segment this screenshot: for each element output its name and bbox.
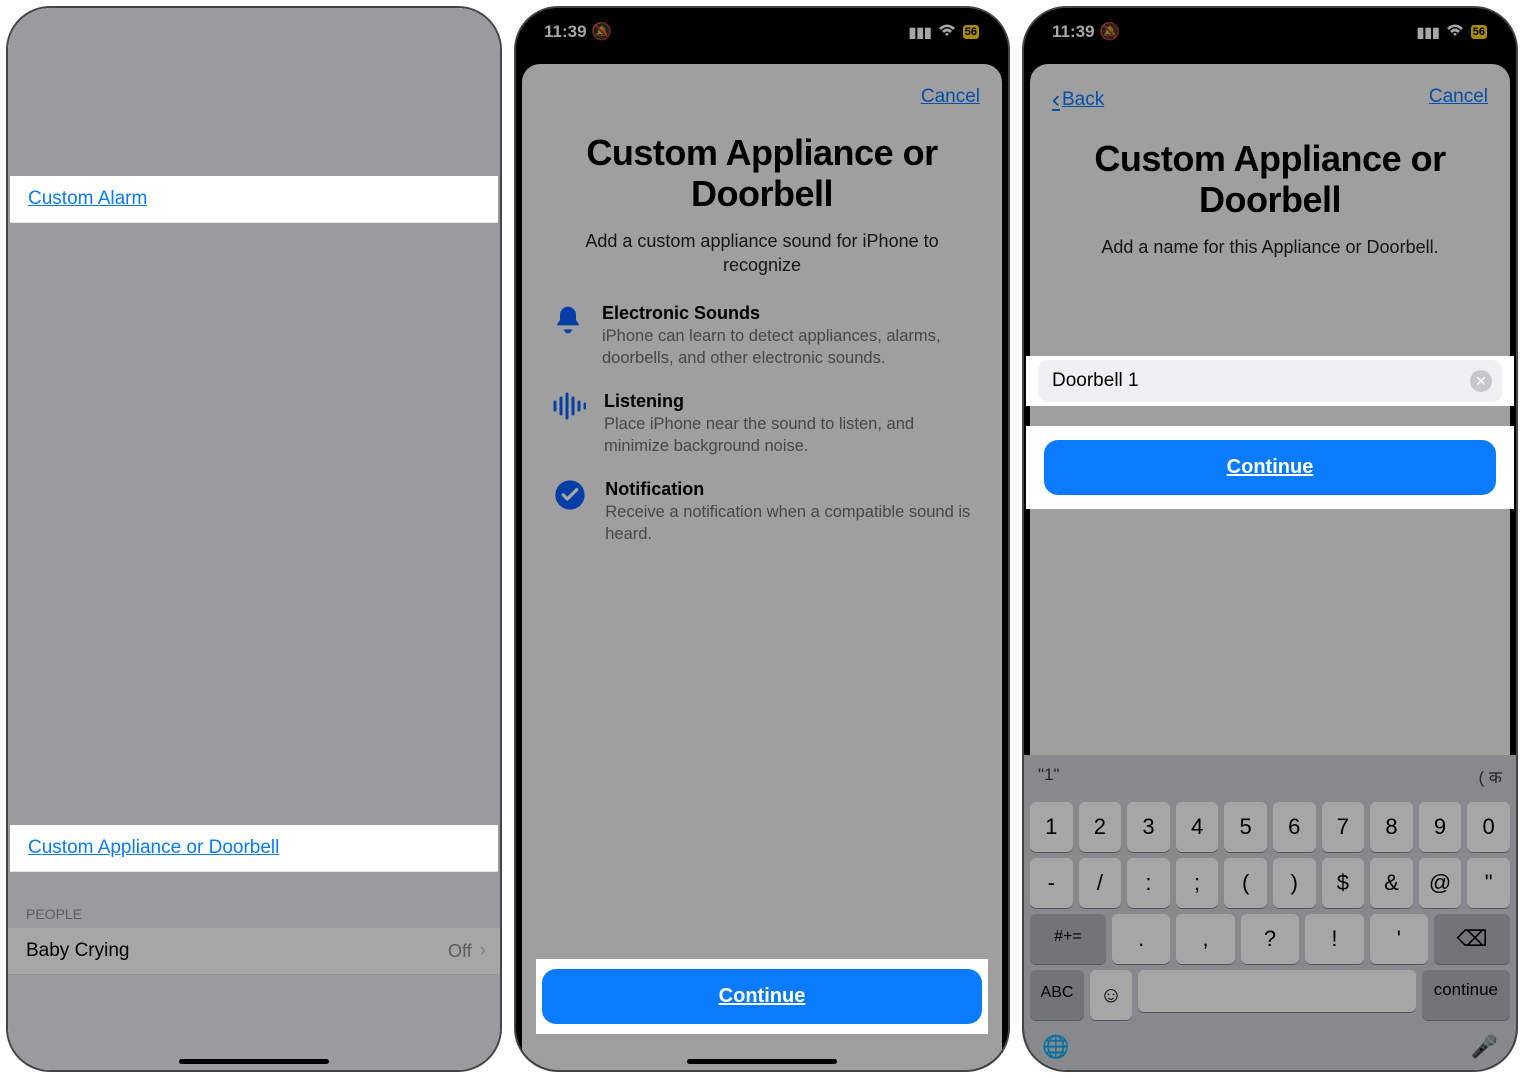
nav-bar: ‹Back Sounds Edit (8, 56, 500, 108)
key-amp[interactable]: & (1370, 858, 1413, 908)
key-3[interactable]: 3 (1127, 802, 1170, 852)
globe-icon[interactable]: 🌐 (1042, 1034, 1069, 1060)
back-button[interactable]: ‹Back (1052, 86, 1104, 114)
key-symbols[interactable]: #+= (1030, 914, 1106, 964)
key-apostrophe[interactable]: ' (1370, 914, 1428, 964)
key-slash[interactable]: / (1079, 858, 1122, 908)
feature-notification: NotificationReceive a notification when … (552, 479, 972, 545)
key-6[interactable]: 6 (1273, 802, 1316, 852)
modal-subtitle: Add a custom appliance sound for iPhone … (538, 229, 986, 278)
key-emoji[interactable]: ☺ (1090, 970, 1132, 1020)
wifi-icon (938, 24, 956, 41)
key-exclaim[interactable]: ! (1305, 914, 1363, 964)
key-space[interactable] (1138, 970, 1416, 1012)
custom-alarm-button[interactable]: Custom Alarm (10, 176, 498, 223)
silent-icon: 🔕 (83, 22, 104, 41)
key-lparen[interactable]: ( (1224, 858, 1267, 908)
silent-icon: 🔕 (591, 22, 612, 41)
cellular-icon: ▮▮▮ (401, 24, 424, 41)
continue-button[interactable]: Continue (1044, 440, 1496, 495)
key-8[interactable]: 8 (1370, 802, 1413, 852)
key-comma[interactable]: , (1176, 914, 1234, 964)
modal-title: Custom Appliance or Doorbell (1054, 138, 1486, 221)
page-title: Sounds (227, 70, 300, 93)
key-1[interactable]: 1 (1030, 802, 1073, 852)
key-at[interactable]: @ (1419, 858, 1462, 908)
checkmark-circle-icon (552, 479, 587, 545)
custom-appliance-button[interactable]: Custom Appliance or Doorbell (10, 825, 498, 872)
back-button[interactable]: ‹Back (22, 68, 74, 96)
key-4[interactable]: 4 (1176, 802, 1219, 852)
home-indicator[interactable] (179, 1059, 329, 1064)
key-2[interactable]: 2 (1079, 802, 1122, 852)
modal-title: Custom Appliance or Doorbell (546, 132, 978, 215)
continue-button[interactable]: Continue (542, 969, 982, 1024)
silent-icon: 🔕 (1099, 22, 1120, 41)
key-period[interactable]: . (1112, 914, 1170, 964)
modal-subtitle: Add a name for this Appliance or Doorbel… (1046, 235, 1494, 259)
key-5[interactable]: 5 (1224, 802, 1267, 852)
status-bar: 11:34 🔕 ▮▮▮ 57 (8, 8, 500, 56)
chevron-left-icon: ‹ (22, 68, 30, 96)
cancel-button[interactable]: Cancel (1429, 86, 1488, 114)
name-input[interactable] (1052, 370, 1470, 392)
feature-electronic: Electronic SoundsiPhone can learn to det… (552, 303, 972, 369)
key-abc[interactable]: ABC (1030, 970, 1084, 1020)
key-0[interactable]: 0 (1467, 802, 1510, 852)
wifi-icon (1446, 24, 1464, 41)
battery-icon: 56 (962, 24, 980, 40)
key-colon[interactable]: : (1127, 858, 1170, 908)
key-rparen[interactable]: ) (1273, 858, 1316, 908)
sound-row-smoke[interactable]: Smoke Off› (8, 122, 500, 169)
wifi-icon (430, 24, 448, 41)
cellular-icon: ▮▮▮ (909, 24, 932, 41)
key-backspace[interactable]: ⌫ (1434, 914, 1510, 964)
key-dash[interactable]: - (1030, 858, 1073, 908)
home-indicator[interactable] (687, 1059, 837, 1064)
cellular-icon: ▮▮▮ (1417, 24, 1440, 41)
clear-icon[interactable]: ✕ (1470, 370, 1492, 392)
suggestion-left[interactable]: "1" (1038, 765, 1060, 788)
mic-icon[interactable]: 🎤 (1471, 1034, 1498, 1060)
cancel-button[interactable]: Cancel (921, 86, 980, 108)
key-7[interactable]: 7 (1322, 802, 1365, 852)
suggestion-right[interactable]: ( क (1479, 765, 1502, 788)
status-bar: 11:39 🔕 ▮▮▮ 56 (516, 8, 1008, 56)
bell-icon (552, 303, 584, 369)
chevron-left-icon: ‹ (1052, 86, 1060, 114)
chevron-right-icon: › (480, 134, 486, 156)
key-question[interactable]: ? (1241, 914, 1299, 964)
feature-listening: ListeningPlace iPhone near the sound to … (552, 391, 972, 457)
key-continue[interactable]: continue (1422, 970, 1510, 1020)
battery-icon: 56 (1470, 24, 1488, 40)
name-input-wrap: ✕ (1038, 360, 1502, 402)
key-9[interactable]: 9 (1419, 802, 1462, 852)
key-semicolon[interactable]: ; (1176, 858, 1219, 908)
battery-icon: 57 (454, 24, 472, 40)
key-dollar[interactable]: $ (1322, 858, 1365, 908)
keyboard[interactable]: "1" ( क 1 2 3 4 5 6 7 8 9 0 - / : ; ( (1024, 755, 1516, 1070)
status-bar: 11:39 🔕 ▮▮▮ 56 (1024, 8, 1516, 56)
waveform-icon (552, 391, 586, 457)
edit-button[interactable]: Edit (453, 71, 486, 93)
key-quote[interactable]: " (1467, 858, 1510, 908)
